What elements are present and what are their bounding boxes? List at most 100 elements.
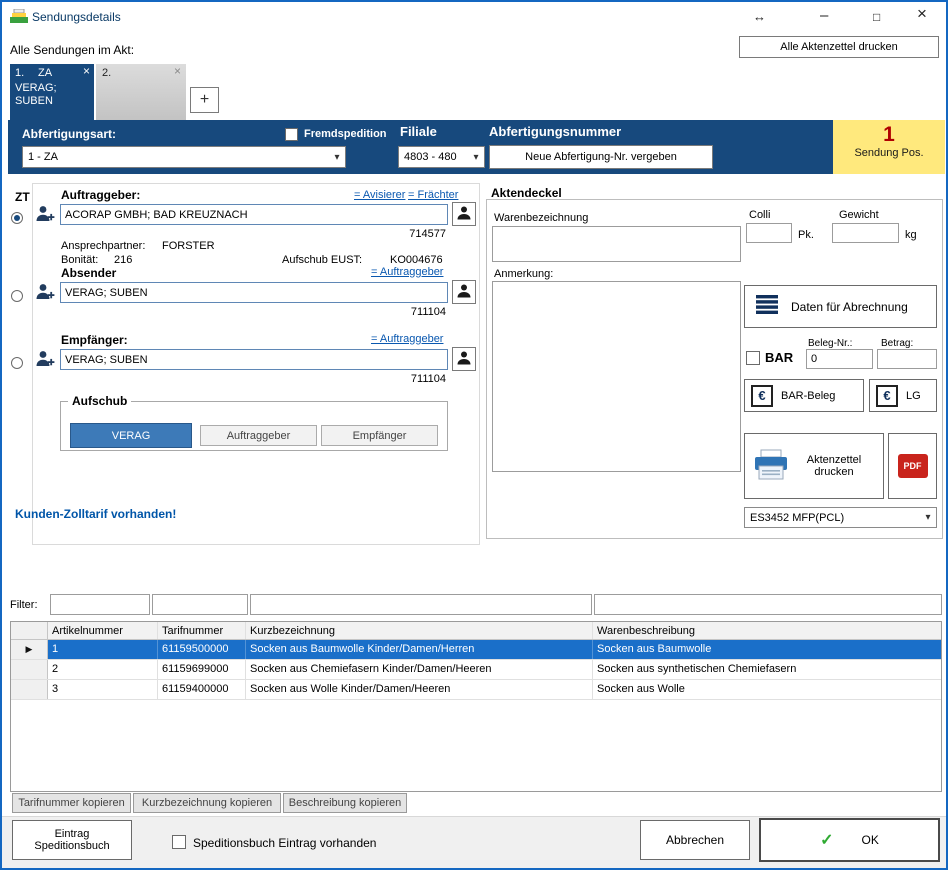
absender-input[interactable] (60, 282, 448, 303)
tab2-close-icon[interactable]: × (174, 64, 181, 78)
column-header-kurzbezeichnung[interactable]: Kurzbezeichnung (246, 622, 593, 639)
tab1-number: 1. (15, 67, 24, 79)
sendung-pos-label: Sendung Pos. (833, 147, 945, 159)
column-header-warenbeschreibung[interactable]: Warenbeschreibung (593, 622, 941, 639)
aufschub-empfaenger-label: Empfänger (353, 430, 407, 442)
current-row-arrow-icon: ▶ (26, 644, 33, 655)
empfaenger-number: 711104 (372, 373, 446, 385)
empfaenger-contact-lookup-button[interactable] (452, 347, 476, 371)
fremdspedition-checkbox[interactable] (285, 128, 298, 141)
absender-contact-lookup-button[interactable] (452, 280, 476, 304)
absender-add-contact-icon[interactable] (35, 282, 55, 305)
table-row[interactable]: 3 61159400000 Socken aus Wolle Kinder/Da… (11, 680, 941, 700)
dropdown-arrow-icon: ▾ (920, 512, 936, 523)
zt-column-label: ZT (15, 190, 30, 204)
absender-auftraggeber-link[interactable]: = Auftraggeber (371, 266, 443, 278)
empfaenger-add-contact-icon[interactable] (35, 349, 55, 372)
ok-label: OK (862, 833, 879, 847)
bonitaet-label: Bonität: (61, 254, 98, 266)
filter-tarifnummer-input[interactable] (152, 594, 248, 615)
beleg-nr-input[interactable] (806, 349, 873, 369)
plus-icon: + (200, 91, 209, 109)
auftraggeber-add-contact-icon[interactable] (35, 204, 55, 227)
speditionsbuch-checkbox-label: Speditionsbuch Eintrag vorhanden (193, 836, 376, 850)
empfaenger-label: Empfänger: (61, 333, 128, 347)
zt-radio-absender[interactable] (11, 290, 23, 302)
lg-button[interactable]: € LG (869, 379, 937, 412)
filter-label: Filter: (10, 599, 38, 611)
copy-tarifnummer-label: Tarifnummer kopieren (18, 797, 124, 809)
aktenzettel-drucken-button[interactable]: Aktenzettel drucken (744, 433, 884, 499)
close-button[interactable]: × (917, 5, 927, 23)
minimize-button[interactable]: – (820, 7, 828, 25)
tab1-close-icon[interactable]: × (83, 64, 90, 78)
auftraggeber-contact-lookup-button[interactable] (452, 202, 476, 226)
copy-beschreibung-button[interactable]: Beschreibung kopieren (283, 793, 407, 813)
row-selector-header (11, 622, 48, 639)
tab2-number: 2. (102, 67, 111, 79)
betrag-input[interactable] (877, 349, 937, 369)
speditionsbuch-checkbox[interactable] (172, 835, 186, 849)
sendung-pos-number: 1 (833, 123, 945, 147)
empfaenger-auftraggeber-link[interactable]: = Auftraggeber (371, 333, 443, 345)
person-icon (456, 283, 472, 302)
bar-beleg-button[interactable]: € BAR-Beleg (744, 379, 864, 412)
row-selector-cell (11, 660, 48, 679)
all-shipments-label: Alle Sendungen im Akt: (10, 43, 134, 57)
ok-button[interactable]: ✓ OK (759, 818, 940, 862)
table-row[interactable]: 2 61159699000 Socken aus Chemiefasern Ki… (11, 660, 941, 680)
eintrag-speditionsbuch-button[interactable]: Eintrag Speditionsbuch (12, 820, 132, 860)
cell-tarifnummer: 61159699000 (158, 660, 246, 679)
ok-check-icon: ✓ (820, 830, 833, 850)
pdf-button[interactable]: PDF (888, 433, 937, 499)
anmerkung-textarea[interactable] (492, 281, 741, 472)
aufschub-eust-label: Aufschub EUST: (282, 254, 362, 266)
tab-shipment-2[interactable]: 2. × (96, 64, 186, 120)
aufschub-auftraggeber-button[interactable]: Auftraggeber (200, 425, 317, 446)
cell-kurzbezeichnung: Socken aus Wolle Kinder/Damen/Heeren (246, 680, 593, 699)
column-header-tarifnummer[interactable]: Tarifnummer (158, 622, 246, 639)
tab-shipment-1[interactable]: 1. ZA × VERAG; SUBEN (10, 64, 94, 120)
gewicht-input[interactable] (832, 223, 899, 243)
window-title: Sendungsdetails (32, 10, 121, 24)
article-table: Artikelnummer Tarifnummer Kurzbezeichnun… (10, 621, 942, 792)
aufschub-empfaenger-button[interactable]: Empfänger (321, 425, 438, 446)
neue-abfertigungsnummer-button[interactable]: Neue Abfertigung-Nr. vergeben (489, 145, 713, 169)
avisierer-link[interactable]: = Avisierer (354, 189, 405, 201)
printer-select[interactable]: ES3452 MFP(PCL) ▾ (744, 507, 937, 528)
kunden-zolltarif-note: Kunden-Zolltarif vorhanden! (15, 507, 176, 521)
abbrechen-button[interactable]: Abbrechen (640, 820, 750, 860)
title-bar: Sendungsdetails ↔ – □ × (2, 2, 946, 32)
zt-radio-empfaenger[interactable] (11, 357, 23, 369)
aufschub-verag-button[interactable]: VERAG (70, 423, 192, 448)
resize-icon[interactable]: ↔ (753, 8, 766, 26)
print-all-aktenzettel-button[interactable]: Alle Aktenzettel drucken (739, 36, 939, 58)
warenbezeichnung-input[interactable] (492, 226, 741, 262)
row-selector-cell: ▶ (11, 640, 48, 659)
colli-input[interactable] (746, 223, 792, 243)
daten-fuer-abrechnung-button[interactable]: Daten für Abrechnung (744, 285, 937, 328)
auftraggeber-input[interactable] (60, 204, 448, 225)
maximize-button[interactable]: □ (873, 8, 880, 26)
fraechter-link[interactable]: = Frächter (408, 189, 458, 201)
cell-warenbeschreibung: Socken aus synthetischen Chemiefasern (593, 660, 941, 679)
filter-artikelnummer-input[interactable] (50, 594, 150, 615)
filter-kurzbezeichnung-input[interactable] (250, 594, 592, 615)
abfertigungsart-select[interactable]: 1 - ZA ▾ (22, 146, 346, 168)
betrag-label: Betrag: (881, 338, 913, 349)
copy-tarifnummer-button[interactable]: Tarifnummer kopieren (12, 793, 131, 813)
absender-label: Absender (61, 266, 116, 280)
cell-warenbeschreibung: Socken aus Wolle (593, 680, 941, 699)
printer-value: ES3452 MFP(PCL) (745, 512, 920, 524)
zt-radio-auftraggeber[interactable] (11, 212, 23, 224)
gewicht-label: Gewicht (839, 209, 879, 221)
filiale-select[interactable]: 4803 - 480 ▾ (398, 146, 485, 168)
copy-kurzbezeichnung-button[interactable]: Kurzbezeichnung kopieren (133, 793, 281, 813)
column-header-artikelnummer[interactable]: Artikelnummer (48, 622, 158, 639)
add-tab-button[interactable]: + (190, 87, 219, 113)
filter-warenbeschreibung-input[interactable] (594, 594, 942, 615)
copy-kurzbezeichnung-label: Kurzbezeichnung kopieren (142, 797, 272, 809)
bar-checkbox[interactable] (746, 351, 760, 365)
empfaenger-input[interactable] (60, 349, 448, 370)
table-row[interactable]: ▶ 1 61159500000 Socken aus Baumwolle Kin… (11, 640, 941, 660)
